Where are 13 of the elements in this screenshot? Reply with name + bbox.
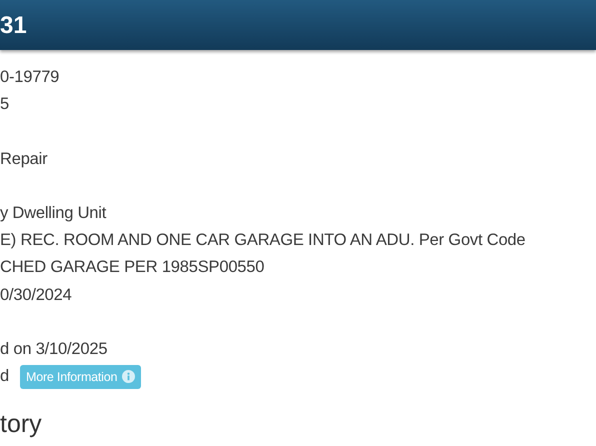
info-icon [122,370,136,384]
detail-value: 0-19779 [0,68,60,88]
detail-value: Repair [0,150,48,169]
detail-value: d on 3/10/2025 [0,340,108,359]
more-information-button[interactable]: More Information [20,364,142,389]
detail-value: 5 [0,95,9,114]
detail-value: CHED GARAGE PER 1985SP00550 [0,258,264,278]
detail-value: d [0,367,9,386]
page-title: 31 [0,12,27,40]
detail-value: E) REC. ROOM AND ONE CAR GARAGE INTO AN ADU. Per Govt Code [0,231,526,250]
detail-value: y Dwelling Unit [0,204,106,224]
section-heading: tory [0,410,42,440]
detail-value: 0/30/2024 [0,286,72,305]
